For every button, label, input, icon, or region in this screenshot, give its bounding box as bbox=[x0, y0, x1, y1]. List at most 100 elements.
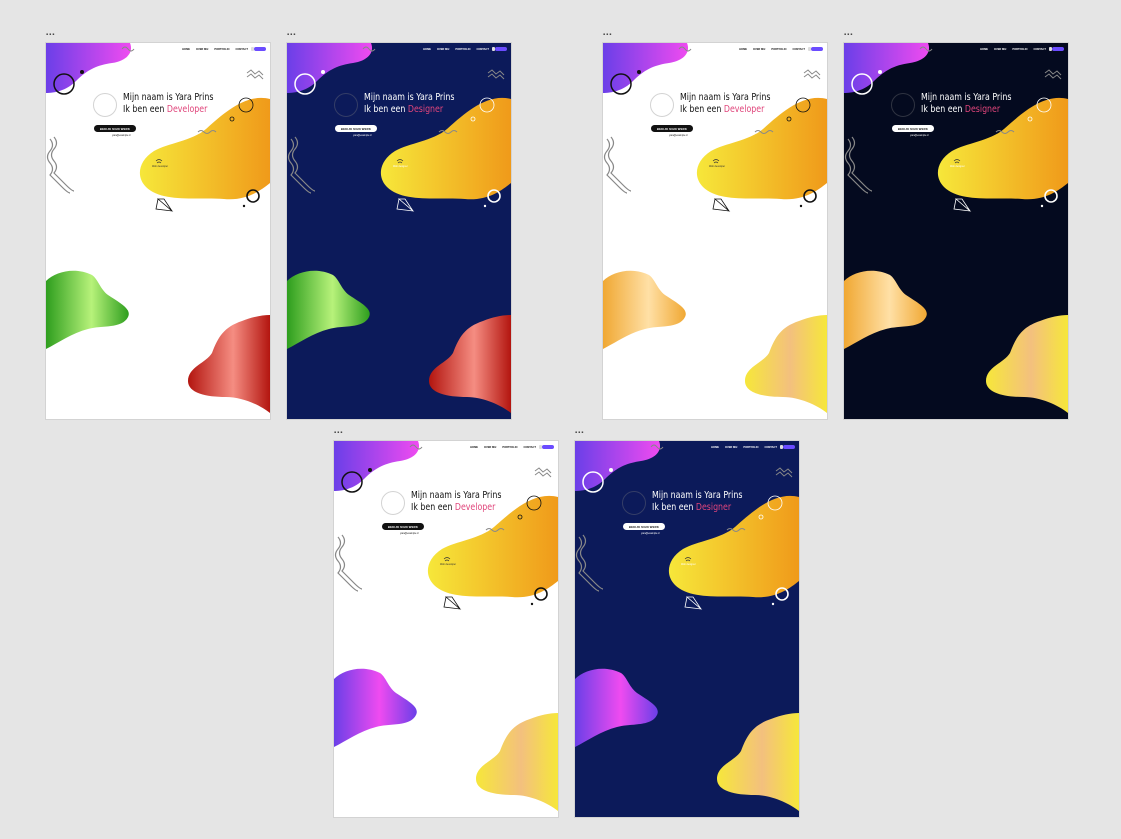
theme-toggle[interactable] bbox=[539, 445, 554, 449]
nav-link[interactable]: PORTFOLIO bbox=[743, 446, 758, 449]
nav-link[interactable]: PORTFOLIO bbox=[455, 48, 470, 51]
nav-link[interactable]: PORTFOLIO bbox=[1012, 48, 1027, 51]
blob-caption: Web developer bbox=[440, 563, 457, 566]
role-line: Ik ben een Developer bbox=[123, 104, 213, 116]
dot-shape bbox=[80, 70, 84, 74]
squiggle-shape bbox=[50, 136, 75, 192]
nav-link[interactable]: OVER MIJ bbox=[994, 48, 1006, 51]
avatar bbox=[93, 93, 117, 117]
nav-link[interactable]: HOME bbox=[182, 48, 190, 51]
role-highlight: Designer bbox=[964, 104, 1001, 115]
role-prefix: Ik ben een bbox=[921, 104, 963, 115]
role-prefix: Ik ben een bbox=[123, 104, 165, 115]
role-highlight: Developer bbox=[166, 104, 208, 115]
view-work-button[interactable]: BEKIJK MIJN WERK bbox=[623, 523, 665, 530]
nav-link[interactable]: PORTFOLIO bbox=[214, 48, 229, 51]
squiggle-shape bbox=[579, 534, 604, 590]
contact-text[interactable]: yara@example.nl bbox=[353, 134, 372, 137]
nav-link[interactable]: HOME bbox=[980, 48, 988, 51]
zigzag-shape bbox=[487, 69, 505, 80]
dot-shape bbox=[609, 468, 613, 472]
nav-link[interactable]: HOME bbox=[470, 446, 478, 449]
avatar bbox=[334, 93, 358, 117]
theme-toggle[interactable] bbox=[808, 47, 823, 51]
bottom-right-blob bbox=[986, 315, 1068, 413]
theme-toggle[interactable] bbox=[780, 445, 795, 449]
dot-shape bbox=[799, 204, 803, 208]
contact-text[interactable]: yara@example.nl bbox=[641, 532, 660, 535]
nav-link[interactable]: OVER MIJ bbox=[753, 48, 765, 51]
artboard-label[interactable]: ▪▪▪ bbox=[334, 430, 343, 436]
nav-link[interactable]: CONTACT bbox=[1034, 48, 1047, 51]
theme-toggle[interactable] bbox=[492, 47, 507, 51]
squiggle-shape bbox=[291, 136, 316, 192]
dot-shape bbox=[483, 204, 487, 208]
squiggle-shape bbox=[607, 136, 632, 192]
nav-link[interactable]: CONTACT bbox=[765, 446, 778, 449]
contact-text[interactable]: yara@example.nl bbox=[400, 532, 419, 535]
bottom-left-blob bbox=[287, 270, 370, 349]
nav-link[interactable]: PORTFOLIO bbox=[771, 48, 786, 51]
contact-text[interactable]: yara@example.nl bbox=[669, 134, 688, 137]
top-left-blob bbox=[287, 43, 373, 93]
artboard-black[interactable]: HOME OVER MIJ PORTFOLIO CONTACT Mijn naam i… bbox=[844, 43, 1068, 419]
squiggle-shape bbox=[848, 136, 873, 192]
squiggle-shape bbox=[338, 534, 363, 590]
avatar bbox=[891, 93, 915, 117]
hero-heading: Mijn naam is Yara Prins Ik ben een Desig… bbox=[364, 92, 474, 116]
theme-toggle[interactable] bbox=[1049, 47, 1064, 51]
contact-text[interactable]: yara@example.nl bbox=[910, 134, 929, 137]
artboard-navy[interactable]: HOME OVER MIJ PORTFOLIO CONTACT Mijn naam i… bbox=[575, 441, 799, 817]
view-work-button[interactable]: BEKIJK MIJN WERK bbox=[335, 125, 377, 132]
triangle-shape bbox=[155, 198, 174, 212]
nav-link[interactable]: HOME bbox=[711, 446, 719, 449]
zigzag-shape bbox=[1044, 69, 1062, 80]
dot-shape bbox=[242, 204, 246, 208]
artboard-label[interactable]: ▪▪▪ bbox=[46, 32, 55, 38]
zigzag-shape bbox=[775, 467, 793, 478]
artboard-label[interactable]: ▪▪▪ bbox=[844, 32, 853, 38]
role-prefix: Ik ben een bbox=[652, 502, 694, 513]
role-prefix: Ik ben een bbox=[411, 502, 453, 513]
avatar bbox=[381, 491, 405, 515]
top-left-blob bbox=[844, 43, 930, 93]
theme-toggle[interactable] bbox=[251, 47, 266, 51]
role-highlight: Designer bbox=[407, 104, 444, 115]
artboard-light[interactable]: HOME OVER MIJ PORTFOLIO CONTACT Mijn naam i… bbox=[46, 43, 270, 419]
nav-link[interactable]: HOME bbox=[423, 48, 431, 51]
nav-link[interactable]: CONTACT bbox=[236, 48, 249, 51]
view-work-button[interactable]: BEKIJK MIJN WERK bbox=[94, 125, 136, 132]
top-left-blob bbox=[575, 441, 661, 491]
artboard-label[interactable]: ▪▪▪ bbox=[575, 430, 584, 436]
role-line: Ik ben een Designer bbox=[652, 502, 742, 514]
nav-link[interactable]: OVER MIJ bbox=[196, 48, 208, 51]
dot-shape bbox=[771, 602, 775, 606]
nav-link[interactable]: CONTACT bbox=[524, 446, 537, 449]
view-work-button[interactable]: BEKIJK MIJN WERK bbox=[382, 523, 424, 530]
view-work-button[interactable]: BEKIJK MIJN WERK bbox=[651, 125, 693, 132]
artboard-navy[interactable]: HOME OVER MIJ PORTFOLIO CONTACT Mijn naam i… bbox=[287, 43, 511, 419]
contact-text[interactable]: yara@example.nl bbox=[112, 134, 131, 137]
nav-link[interactable]: OVER MIJ bbox=[725, 446, 737, 449]
nav-link[interactable]: PORTFOLIO bbox=[502, 446, 517, 449]
view-work-button[interactable]: BEKIJK MIJN WERK bbox=[892, 125, 934, 132]
role-highlight: Developer bbox=[723, 104, 765, 115]
dot-shape bbox=[321, 70, 325, 74]
role-highlight: Designer bbox=[695, 502, 732, 513]
nav-link[interactable]: HOME bbox=[739, 48, 747, 51]
nav-link[interactable]: OVER MIJ bbox=[484, 446, 496, 449]
role-prefix: Ik ben een bbox=[364, 104, 406, 115]
artboard-light[interactable]: HOME OVER MIJ PORTFOLIO CONTACT Mijn naam i… bbox=[603, 43, 827, 419]
artboard-label[interactable]: ▪▪▪ bbox=[287, 32, 296, 38]
zigzag-shape bbox=[803, 69, 821, 80]
artboard-label[interactable]: ▪▪▪ bbox=[603, 32, 612, 38]
bottom-left-blob bbox=[844, 270, 927, 349]
triangle-shape bbox=[443, 596, 462, 610]
role-prefix: Ik ben een bbox=[680, 104, 722, 115]
nav-link[interactable]: OVER MIJ bbox=[437, 48, 449, 51]
nav-link[interactable]: CONTACT bbox=[477, 48, 490, 51]
artboard-light[interactable]: HOME OVER MIJ PORTFOLIO CONTACT Mijn naam i… bbox=[334, 441, 558, 817]
bottom-left-blob bbox=[46, 270, 129, 349]
hero-heading: Mijn naam is Yara Prins Ik ben een Desig… bbox=[652, 490, 762, 514]
nav-link[interactable]: CONTACT bbox=[793, 48, 806, 51]
